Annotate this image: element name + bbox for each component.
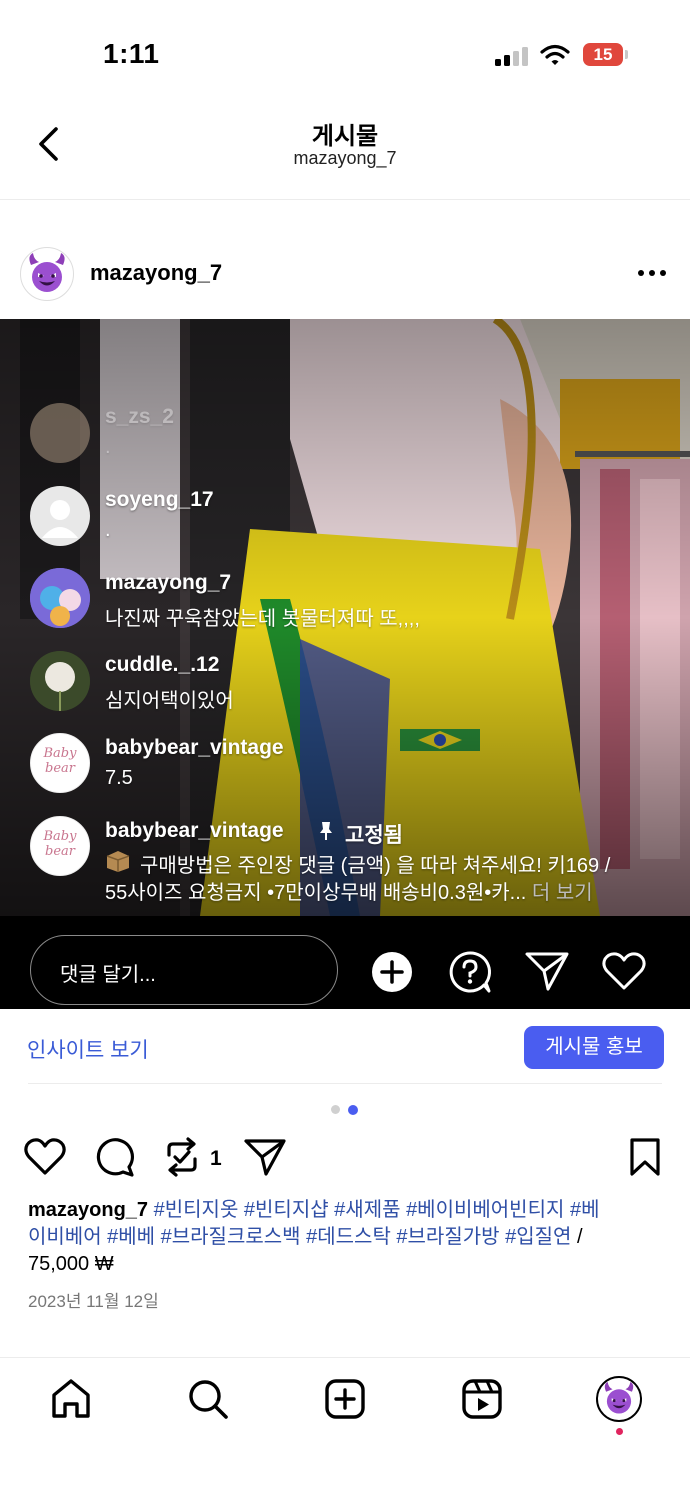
comment-input-placeholder: 댓글 달기... (60, 964, 156, 986)
devil-emoji-icon (29, 253, 65, 292)
share-icon[interactable] (524, 950, 570, 992)
boost-post-button[interactable]: 게시물 홍보 (524, 1026, 664, 1069)
dandelion-avatar-icon (30, 651, 90, 711)
notification-dot (616, 1428, 623, 1435)
carousel-dot (331, 1105, 340, 1114)
insights-divider (28, 1083, 662, 1084)
wifi-icon (540, 44, 570, 65)
tabbar-divider (0, 1357, 690, 1358)
default-avatar-icon (42, 500, 78, 538)
caption-hashtags[interactable]: #빈티지옷 #빈티지샵 #새제품 #베이비베어빈티지 #베 (154, 1199, 600, 1221)
comment-text: 7.5 (105, 767, 133, 789)
comment-avatar[interactable] (30, 403, 90, 463)
cartoon-avatar-icon (30, 568, 90, 628)
comment-username[interactable]: mazayong_7 (105, 571, 231, 595)
comment-text: 심지어택이있어 (105, 690, 234, 712)
comment-avatar[interactable] (30, 651, 90, 711)
battery-cap (625, 50, 628, 59)
page-title: 게시물 (311, 123, 379, 150)
comment-username[interactable]: babybear_vintage (105, 736, 284, 760)
send-icon[interactable] (243, 1137, 287, 1177)
caption-hashtags-2[interactable]: 이비베어 #베베 #브라질크로스백 #데드스탁 #브라질가방 #입질연 (28, 1226, 571, 1248)
comment-text: 나진짜 꾸욱참았는데 봇물터져따 또,,,, (105, 608, 420, 630)
see-more-link[interactable]: 더 보기 (532, 882, 593, 904)
post-date: 2023년 11월 12일 (28, 1292, 159, 1311)
repost-count: 1 (210, 1147, 222, 1170)
comment-username[interactable]: s_zs_2 (105, 405, 174, 429)
package-icon (106, 851, 130, 872)
battery-indicator: 15 (583, 43, 623, 66)
comment-avatar[interactable]: Baby bear (30, 733, 90, 793)
more-options-icon[interactable] (637, 268, 667, 278)
comment-username[interactable]: babybear_vintage (105, 819, 284, 843)
bookmark-icon[interactable] (628, 1137, 662, 1177)
pin-icon (320, 822, 332, 840)
header-divider (0, 199, 690, 200)
babybear-logo: Baby bear (43, 829, 77, 859)
post-avatar[interactable] (20, 247, 74, 301)
create-icon[interactable] (323, 1377, 367, 1421)
profile-tab-avatar[interactable] (596, 1376, 642, 1422)
comment-username[interactable]: soyeng_17 (105, 488, 214, 512)
caption-separator: / (571, 1226, 583, 1248)
reels-icon[interactable] (460, 1377, 504, 1421)
comment-text: . (105, 519, 111, 541)
caption-price: 75,000 ₩ (28, 1253, 114, 1275)
pinned-label: 고정됨 (345, 824, 403, 847)
heart-icon[interactable] (601, 950, 647, 992)
question-icon[interactable] (448, 950, 492, 994)
comment-text-line2: 55사이즈 요청금지 •7만이상무배 배송비0.3원•카... 더 보기 (105, 882, 593, 904)
comment-avatar[interactable]: Baby bear (30, 816, 90, 876)
caption-username[interactable]: mazayong_7 (28, 1199, 148, 1221)
comment-text: . (105, 436, 111, 458)
live-video[interactable]: s_zs_2 . soyeng_17 . mazayong_7 나진짜 꾸욱참았… (0, 319, 690, 1009)
carousel-dot-active (348, 1105, 358, 1115)
insights-link[interactable]: 인사이트 보기 (27, 1034, 149, 1064)
post-caption: mazayong_7 #빈티지옷 #빈티지샵 #새제품 #베이비베어빈티지 #베… (28, 1197, 668, 1278)
repost-icon[interactable] (163, 1137, 201, 1177)
search-icon[interactable] (186, 1377, 230, 1421)
home-icon[interactable] (49, 1377, 93, 1421)
comment-avatar[interactable] (30, 486, 90, 546)
comment-text: 구매방법은 주인장 댓글 (금액) 을 따라 쳐주세요! 키169 / (140, 855, 611, 877)
devil-emoji-icon (604, 1382, 634, 1414)
like-icon[interactable] (23, 1137, 67, 1177)
comment-username[interactable]: cuddle._.12 (105, 653, 219, 677)
comment-avatar[interactable] (30, 568, 90, 628)
add-icon[interactable] (370, 950, 414, 994)
post-username[interactable]: mazayong_7 (90, 260, 222, 286)
comment-icon[interactable] (93, 1137, 135, 1177)
page-subtitle: mazayong_7 (293, 148, 397, 168)
babybear-logo: Baby bear (43, 746, 77, 776)
signal-icon (495, 46, 529, 66)
status-time: 1:11 (103, 38, 160, 69)
